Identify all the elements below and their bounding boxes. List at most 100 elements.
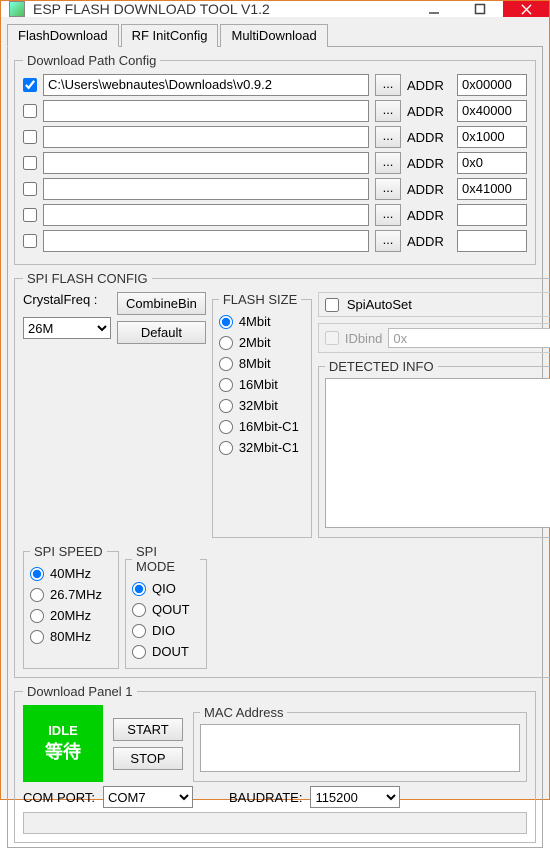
comport-label: COM PORT: xyxy=(23,790,95,805)
download-path-legend: Download Path Config xyxy=(23,53,160,68)
addr-input-5[interactable] xyxy=(457,204,527,226)
spi-mode-legend: SPI MODE xyxy=(132,544,200,574)
crystal-freq-select[interactable]: 26M xyxy=(23,317,111,339)
tab-multidownload[interactable]: MultiDownload xyxy=(220,24,327,47)
maximize-button[interactable] xyxy=(457,1,503,17)
tab-strip: FlashDownload RF InitConfig MultiDownloa… xyxy=(7,23,543,47)
spi-autoset-label: SpiAutoSet xyxy=(347,297,412,312)
browse-button-2[interactable]: ... xyxy=(375,126,401,148)
addr-label-5: ADDR xyxy=(407,208,451,223)
path-enable-6[interactable] xyxy=(23,234,37,248)
path-row-5: ... ADDR xyxy=(23,204,527,226)
comport-select[interactable]: COM7 xyxy=(103,786,193,808)
path-enable-0[interactable] xyxy=(23,78,37,92)
path-enable-3[interactable] xyxy=(23,156,37,170)
spi-mode-dout[interactable] xyxy=(132,645,146,659)
download-path-config: Download Path Config C:\Users\webnautes\… xyxy=(14,53,536,265)
addr-input-0[interactable]: 0x00000 xyxy=(457,74,527,96)
flash-size-32mbit[interactable] xyxy=(219,399,233,413)
close-button[interactable] xyxy=(503,1,549,17)
flash-size-4mbit[interactable] xyxy=(219,315,233,329)
stop-button[interactable]: STOP xyxy=(113,747,183,770)
flash-size-32mbit-c1[interactable] xyxy=(219,441,233,455)
path-input-3[interactable] xyxy=(43,152,369,174)
path-enable-5[interactable] xyxy=(23,208,37,222)
download-panel-1: Download Panel 1 IDLE 等待 START STOP MAC … xyxy=(14,684,536,843)
idbind-checkbox xyxy=(325,331,339,345)
tab-flashdownload[interactable]: FlashDownload xyxy=(7,24,119,47)
addr-label-0: ADDR xyxy=(407,78,451,93)
tab-rfinitconfig[interactable]: RF InitConfig xyxy=(121,24,219,47)
idbind-row: IDbind xyxy=(318,323,550,353)
detected-info-legend: DETECTED INFO xyxy=(325,359,438,374)
spi-mode-dio[interactable] xyxy=(132,624,146,638)
mac-address-legend: MAC Address xyxy=(200,705,287,720)
addr-label-3: ADDR xyxy=(407,156,451,171)
flash-size-group: FLASH SIZE 4Mbit 2Mbit 8Mbit 16Mbit 32Mb… xyxy=(212,292,312,538)
path-row-6: ... ADDR xyxy=(23,230,527,252)
addr-input-3[interactable]: 0x0 xyxy=(457,152,527,174)
flash-size-2mbit[interactable] xyxy=(219,336,233,350)
mac-address-group: MAC Address xyxy=(193,705,527,782)
path-row-4: ... ADDR 0x41000 xyxy=(23,178,527,200)
spi-speed-26-7[interactable] xyxy=(30,588,44,602)
browse-button-1[interactable]: ... xyxy=(375,100,401,122)
idbind-input[interactable] xyxy=(388,328,550,348)
path-input-0[interactable]: C:\Users\webnautes\Downloads\v0.9.2 xyxy=(43,74,369,96)
spi-speed-40[interactable] xyxy=(30,567,44,581)
addr-input-4[interactable]: 0x41000 xyxy=(457,178,527,200)
path-enable-2[interactable] xyxy=(23,130,37,144)
spi-autoset-checkbox[interactable] xyxy=(325,298,339,312)
path-input-5[interactable] xyxy=(43,204,369,226)
addr-input-1[interactable]: 0x40000 xyxy=(457,100,527,122)
combine-bin-button[interactable]: CombineBin xyxy=(117,292,206,315)
path-enable-4[interactable] xyxy=(23,182,37,196)
flash-size-16mbit-c1[interactable] xyxy=(219,420,233,434)
path-input-4[interactable] xyxy=(43,178,369,200)
path-input-2[interactable] xyxy=(43,126,369,148)
path-row-3: ... ADDR 0x0 xyxy=(23,152,527,174)
spi-mode-group: SPI MODE QIO QOUT DIO DOUT xyxy=(125,544,207,669)
detected-info-text[interactable] xyxy=(325,378,550,528)
detected-info-group: DETECTED INFO xyxy=(318,359,550,538)
addr-label-2: ADDR xyxy=(407,130,451,145)
download-panel-legend: Download Panel 1 xyxy=(23,684,137,699)
crystal-freq-label: CrystalFreq : xyxy=(23,292,111,307)
path-row-1: ... ADDR 0x40000 xyxy=(23,100,527,122)
baudrate-select[interactable]: 115200 xyxy=(310,786,400,808)
status-bar xyxy=(23,812,527,834)
spi-flash-config: SPI FLASH CONFIG CrystalFreq : 26M Combi… xyxy=(14,271,550,678)
addr-input-6[interactable] xyxy=(457,230,527,252)
path-input-6[interactable] xyxy=(43,230,369,252)
addr-label-1: ADDR xyxy=(407,104,451,119)
browse-button-4[interactable]: ... xyxy=(375,178,401,200)
browse-button-0[interactable]: ... xyxy=(375,74,401,96)
addr-input-2[interactable]: 0x1000 xyxy=(457,126,527,148)
spi-autoset-row: SpiAutoSet xyxy=(318,292,550,317)
browse-button-3[interactable]: ... xyxy=(375,152,401,174)
spi-speed-group: SPI SPEED 40MHz 26.7MHz 20MHz 80MHz xyxy=(23,544,119,669)
start-button[interactable]: START xyxy=(113,718,183,741)
spi-flash-legend: SPI FLASH CONFIG xyxy=(23,271,152,286)
default-button[interactable]: Default xyxy=(117,321,206,344)
path-row-0: C:\Users\webnautes\Downloads\v0.9.2 ... … xyxy=(23,74,527,96)
flash-size-legend: FLASH SIZE xyxy=(219,292,301,307)
titlebar: ESP FLASH DOWNLOAD TOOL V1.2 xyxy=(1,1,549,17)
spi-mode-qio[interactable] xyxy=(132,582,146,596)
path-row-2: ... ADDR 0x1000 xyxy=(23,126,527,148)
spi-speed-legend: SPI SPEED xyxy=(30,544,107,559)
minimize-button[interactable] xyxy=(411,1,457,17)
baudrate-label: BAUDRATE: xyxy=(229,790,302,805)
spi-mode-qout[interactable] xyxy=(132,603,146,617)
browse-button-6[interactable]: ... xyxy=(375,230,401,252)
browse-button-5[interactable]: ... xyxy=(375,204,401,226)
flash-size-8mbit[interactable] xyxy=(219,357,233,371)
path-input-1[interactable] xyxy=(43,100,369,122)
addr-label-4: ADDR xyxy=(407,182,451,197)
spi-speed-20[interactable] xyxy=(30,609,44,623)
mac-address-text[interactable] xyxy=(200,724,520,772)
spi-speed-80[interactable] xyxy=(30,630,44,644)
path-enable-1[interactable] xyxy=(23,104,37,118)
flash-size-16mbit[interactable] xyxy=(219,378,233,392)
status-idle: IDLE 等待 xyxy=(23,705,103,782)
